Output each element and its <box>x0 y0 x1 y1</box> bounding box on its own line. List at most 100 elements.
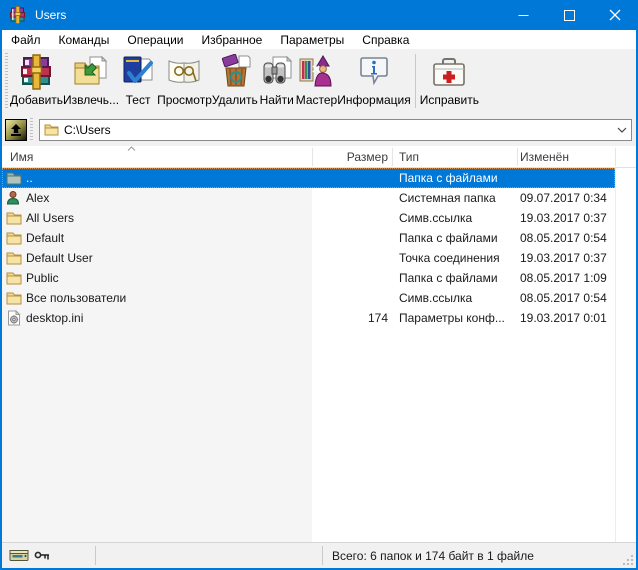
row-name: All Users <box>26 208 74 228</box>
list-header: Имя Размер Тип Изменён <box>2 146 636 168</box>
menu-operations[interactable]: Операции <box>118 31 192 49</box>
view-button[interactable]: Просмотр <box>157 49 212 113</box>
folder-icon <box>44 123 59 136</box>
maximize-button[interactable] <box>546 0 592 30</box>
row-type: Папка с файлами <box>399 168 498 188</box>
header-separator[interactable] <box>312 148 313 166</box>
wizard-button-label: Мастер <box>296 93 338 107</box>
row-modified: 19.03.2017 0:37 <box>520 248 607 268</box>
list-row-default-user[interactable]: Default User Точка соединения 19.03.2017… <box>2 248 615 268</box>
test-icon <box>119 52 157 92</box>
maximize-icon <box>564 10 575 21</box>
drive-icon[interactable] <box>9 547 30 563</box>
file-list: Имя Размер Тип Изменён .. <box>2 146 636 542</box>
view-button-label: Просмотр <box>157 93 212 107</box>
column-header-name[interactable]: Имя <box>10 146 33 168</box>
test-button-label: Тест <box>126 93 151 107</box>
list-row-alex[interactable]: Alex Системная папка 09.07.2017 0:34 <box>2 188 615 208</box>
winrar-window: Users Файл Команды Операции Избранное Па… <box>0 0 638 570</box>
find-button-label: Найти <box>260 93 294 107</box>
sort-ascending-icon <box>127 146 136 151</box>
path-combobox[interactable]: C:\Users <box>39 119 632 141</box>
row-size <box>312 208 388 228</box>
repair-icon <box>430 52 468 92</box>
delete-button[interactable]: Удалить <box>212 49 258 113</box>
column-header-modified[interactable]: Изменён <box>520 146 569 168</box>
row-name: Alex <box>26 188 49 208</box>
menu-favorites[interactable]: Избранное <box>193 31 272 49</box>
row-size <box>312 288 388 308</box>
menu-options[interactable]: Параметры <box>271 31 353 49</box>
list-row-default[interactable]: Default Папка с файлами 08.05.2017 0:54 <box>2 228 615 248</box>
wizard-icon <box>297 52 335 92</box>
row-type: Папка с файлами <box>399 228 498 248</box>
list-row-updir[interactable]: .. Папка с файлами <box>2 168 615 188</box>
wizard-button[interactable]: Мастер <box>296 49 338 113</box>
addressbar-gripper[interactable] <box>30 118 33 142</box>
close-button[interactable] <box>592 0 638 30</box>
view-icon <box>165 52 203 92</box>
list-row-all-users[interactable]: All Users Симв.ссылка 19.03.2017 0:37 <box>2 208 615 228</box>
winrar-books-icon[interactable] <box>9 6 27 24</box>
find-icon <box>258 52 296 92</box>
menubar: Файл Команды Операции Избранное Параметр… <box>2 30 636 49</box>
row-modified: 08.05.2017 1:09 <box>520 268 607 288</box>
row-size <box>312 268 388 288</box>
statusbar-summary: Всего: 6 папок и 174 байт в 1 файле <box>332 543 534 568</box>
menu-help[interactable]: Справка <box>353 31 418 49</box>
row-modified: 19.03.2017 0:01 <box>520 308 607 328</box>
column-header-type[interactable]: Тип <box>399 146 419 168</box>
user-icon <box>6 190 22 206</box>
path-dropdown-button[interactable] <box>613 120 631 140</box>
toolbar-gripper[interactable] <box>5 53 8 109</box>
extract-button[interactable]: Извлечь... <box>63 49 119 113</box>
list-row-public[interactable]: Public Папка с файлами 08.05.2017 1:09 <box>2 268 615 288</box>
repair-button[interactable]: Исправить <box>420 49 479 113</box>
window-title: Users <box>35 8 500 22</box>
info-icon <box>355 52 393 92</box>
add-button[interactable]: Добавить <box>10 49 63 113</box>
folder-icon <box>6 210 22 226</box>
up-dir-icon <box>9 123 23 137</box>
minimize-icon <box>518 10 529 21</box>
row-name: desktop.ini <box>26 308 83 328</box>
info-button[interactable]: Информация <box>337 49 410 113</box>
header-separator[interactable] <box>615 148 616 166</box>
up-directory-button[interactable] <box>5 119 27 141</box>
test-button[interactable]: Тест <box>119 49 157 113</box>
repair-button-label: Исправить <box>420 93 479 107</box>
row-modified: 19.03.2017 0:37 <box>520 208 607 228</box>
row-modified: 08.05.2017 0:54 <box>520 288 607 308</box>
current-path[interactable]: C:\Users <box>64 123 613 137</box>
row-modified: 08.05.2017 0:54 <box>520 228 607 248</box>
column-header-size[interactable]: Размер <box>312 146 388 168</box>
row-type: Параметры конф... <box>399 308 505 328</box>
row-modified: 09.07.2017 0:34 <box>520 188 607 208</box>
ini-file-icon <box>6 310 22 326</box>
menu-commands[interactable]: Команды <box>50 31 119 49</box>
row-name: Default User <box>26 248 93 268</box>
address-bar: C:\Users <box>2 113 636 146</box>
list-row-vse-polzovateli[interactable]: Все пользователи Симв.ссылка 08.05.2017 … <box>2 288 615 308</box>
find-button[interactable]: Найти <box>258 49 296 113</box>
extract-button-label: Извлечь... <box>63 93 119 107</box>
folder-icon <box>6 270 22 286</box>
resize-grip[interactable] <box>622 554 634 566</box>
list-row-desktop-ini[interactable]: desktop.ini 174 Параметры конф... 19.03.… <box>2 308 615 328</box>
add-archive-icon <box>18 52 56 92</box>
key-icon[interactable] <box>34 547 51 563</box>
row-type: Симв.ссылка <box>399 208 472 228</box>
header-separator[interactable] <box>392 148 393 166</box>
row-size: 174 <box>312 308 388 328</box>
toolbar-separator <box>415 54 416 108</box>
menu-file[interactable]: Файл <box>2 31 50 49</box>
add-button-label: Добавить <box>10 93 63 107</box>
header-separator[interactable] <box>517 148 518 166</box>
statusbar-separator <box>95 546 96 565</box>
statusbar-separator <box>322 546 323 565</box>
row-type: Системная папка <box>399 188 496 208</box>
info-button-label: Информация <box>337 93 410 107</box>
row-name: .. <box>26 168 33 188</box>
minimize-button[interactable] <box>500 0 546 30</box>
row-size <box>312 248 388 268</box>
